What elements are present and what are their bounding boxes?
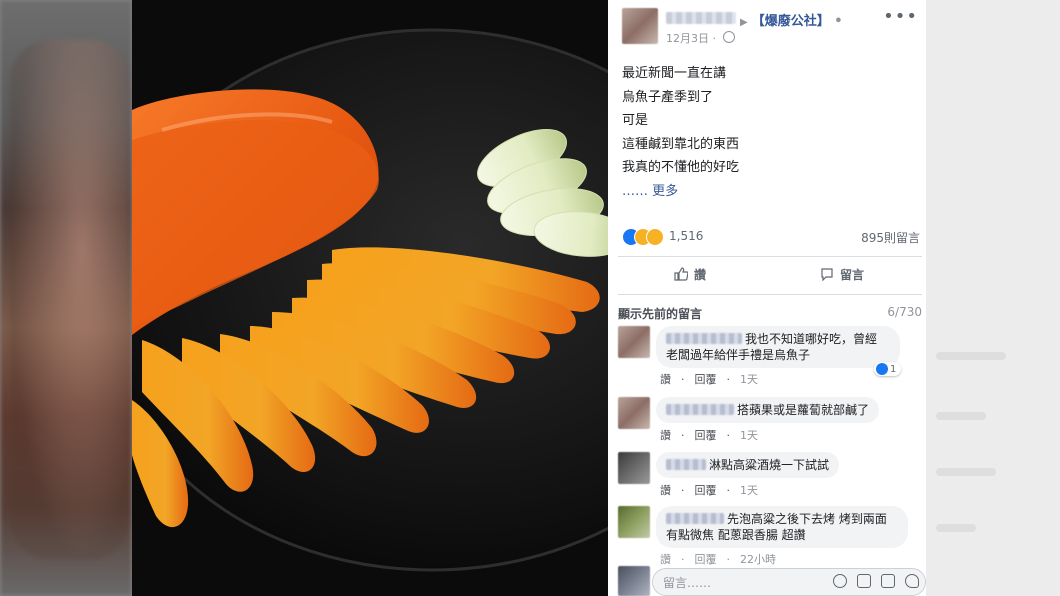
comment-time[interactable]: 1天 <box>740 373 758 386</box>
comment-composer[interactable]: 留言…… <box>652 568 926 596</box>
comments-shown-count: 6/730 <box>887 305 922 319</box>
commenter-avatar[interactable] <box>618 397 650 429</box>
post-meta: 12月3日 · <box>666 30 735 46</box>
post-date[interactable]: 12月3日 <box>666 32 709 45</box>
comment-actions: 讚 · 回覆 · 1天 <box>660 427 768 443</box>
camera-icon[interactable] <box>857 574 871 588</box>
comment-reply-link[interactable]: 回覆 <box>695 484 717 497</box>
commenter-avatar[interactable] <box>618 326 650 358</box>
see-more-link[interactable]: …… 更多 <box>622 180 739 204</box>
comment-bubble: 我也不知道哪好吃，曾經 老闆過年給伴手禮是烏魚子 <box>656 326 900 368</box>
comment-actions: 讚 · 回覆 · 1天 <box>660 371 768 387</box>
post-text-line: 這種鹹到靠北的東西 <box>622 136 740 152</box>
comment-reply-link[interactable]: 回覆 <box>695 429 717 442</box>
comment-actions: 讚 · 回覆 · 22小時 <box>660 551 786 567</box>
post-author-row: ▶ 【爆廢公社】 • <box>738 10 843 29</box>
action-dot: · <box>726 553 731 566</box>
thumbs-up-icon <box>674 267 688 281</box>
comment-button-label: 留言 <box>840 267 865 282</box>
previous-comments-row: 顯示先前的留言 6/730 <box>618 305 922 322</box>
action-dot: · <box>681 553 685 566</box>
wow-reaction-icon <box>646 228 664 246</box>
comment-actions: 讚 · 回覆 · 1天 <box>660 482 768 498</box>
globe-icon <box>722 31 735 43</box>
commenter-avatar[interactable] <box>618 452 650 484</box>
like-reaction-icon <box>876 363 888 375</box>
comment-like-link[interactable]: 讚 <box>660 553 671 566</box>
comment-bubble: 搭蘋果或是蘿蔔就部鹹了 <box>656 397 880 423</box>
blurred-background-left <box>0 0 132 596</box>
sticker-icon[interactable] <box>905 574 919 588</box>
mullet-roe-photo <box>132 0 608 596</box>
comment-reply-link[interactable]: 回覆 <box>695 373 717 386</box>
poster-avatar[interactable] <box>622 8 658 44</box>
comment-time[interactable]: 1天 <box>740 429 758 442</box>
post-photo[interactable] <box>132 0 608 596</box>
meta-separator: · <box>712 32 717 45</box>
comment-text: 先泡高粱之後下去烤 烤到兩面 <box>727 512 887 526</box>
post-text-line: 最近新聞一直在講 <box>622 66 727 81</box>
facebook-post-panel: ▶ 【爆廢公社】 • ••• 12月3日 · 最近新聞一直在講 烏魚子產季到了 可… <box>608 0 926 596</box>
blurred-background-right <box>926 0 1060 596</box>
comment-input-placeholder: 留言…… <box>663 576 712 590</box>
gif-icon[interactable] <box>881 574 895 588</box>
action-dot: · <box>681 373 685 386</box>
comment-reaction-count: 1 <box>890 363 897 375</box>
more-dots-icon[interactable]: ••• <box>883 6 918 27</box>
page-link-dot: • <box>829 14 843 29</box>
comment-time[interactable]: 22小時 <box>740 553 776 566</box>
page-name-link[interactable]: 【爆廢公社】 <box>752 14 830 29</box>
action-dot: · <box>681 484 685 497</box>
comment-count[interactable]: 895則留言 <box>861 229 920 246</box>
post-text: 最近新聞一直在講 烏魚子產季到了 可是 這種鹹到靠北的東西 我真的不懂他的好吃 … <box>622 62 739 203</box>
commenter-name-blurred[interactable] <box>666 333 742 344</box>
comment-reaction-badge[interactable]: 1 <box>874 362 902 376</box>
view-previous-comments-link[interactable]: 顯示先前的留言 <box>618 307 702 321</box>
action-dot: · <box>726 484 731 497</box>
action-dot: · <box>726 429 731 442</box>
poster-name-blurred[interactable] <box>666 12 736 24</box>
comment-button[interactable]: 留言 <box>820 264 864 284</box>
divider <box>618 294 922 295</box>
comment-like-link[interactable]: 讚 <box>660 429 671 442</box>
comment-text: 搭蘋果或是蘿蔔就部鹹了 <box>737 403 870 417</box>
action-dot: · <box>681 429 685 442</box>
comment-text: 淋點高粱酒燒一下試試 <box>709 458 830 472</box>
comment-like-link[interactable]: 讚 <box>660 484 671 497</box>
commenter-name-blurred[interactable] <box>666 404 734 415</box>
commenter-name-blurred[interactable] <box>666 513 724 524</box>
comment-reply-link[interactable]: 回覆 <box>695 553 717 566</box>
divider <box>618 256 922 257</box>
action-dot: · <box>726 373 731 386</box>
comment-bubble: 先泡高粱之後下去烤 烤到兩面 有點微焦 配蔥跟香腸 超讚 <box>656 506 908 548</box>
comment-bubble: 淋點高粱酒燒一下試試 <box>656 452 840 478</box>
like-button-label: 讚 <box>694 267 707 282</box>
post-text-line: 我真的不懂他的好吃 <box>622 160 740 175</box>
comment-text: 我也不知道哪好吃，曾經 <box>745 332 878 346</box>
comment-text: 有點微焦 配蔥跟香腸 超讚 <box>666 528 806 542</box>
share-arrow-icon: ▶ <box>740 17 748 28</box>
comment-text: 老闆過年給伴手禮是烏魚子 <box>666 348 811 362</box>
comment-icon <box>821 268 833 281</box>
like-button[interactable]: 讚 <box>674 264 706 284</box>
current-user-avatar[interactable] <box>618 566 650 596</box>
post-text-line: 可是 <box>622 113 649 128</box>
commenter-avatar[interactable] <box>618 506 650 538</box>
emoji-icon[interactable] <box>833 574 847 588</box>
reaction-count: 1,516 <box>669 229 704 243</box>
commenter-name-blurred[interactable] <box>666 459 706 470</box>
comment-time[interactable]: 1天 <box>740 484 758 497</box>
comment-like-link[interactable]: 讚 <box>660 373 671 386</box>
post-text-line: 烏魚子產季到了 <box>622 89 714 105</box>
